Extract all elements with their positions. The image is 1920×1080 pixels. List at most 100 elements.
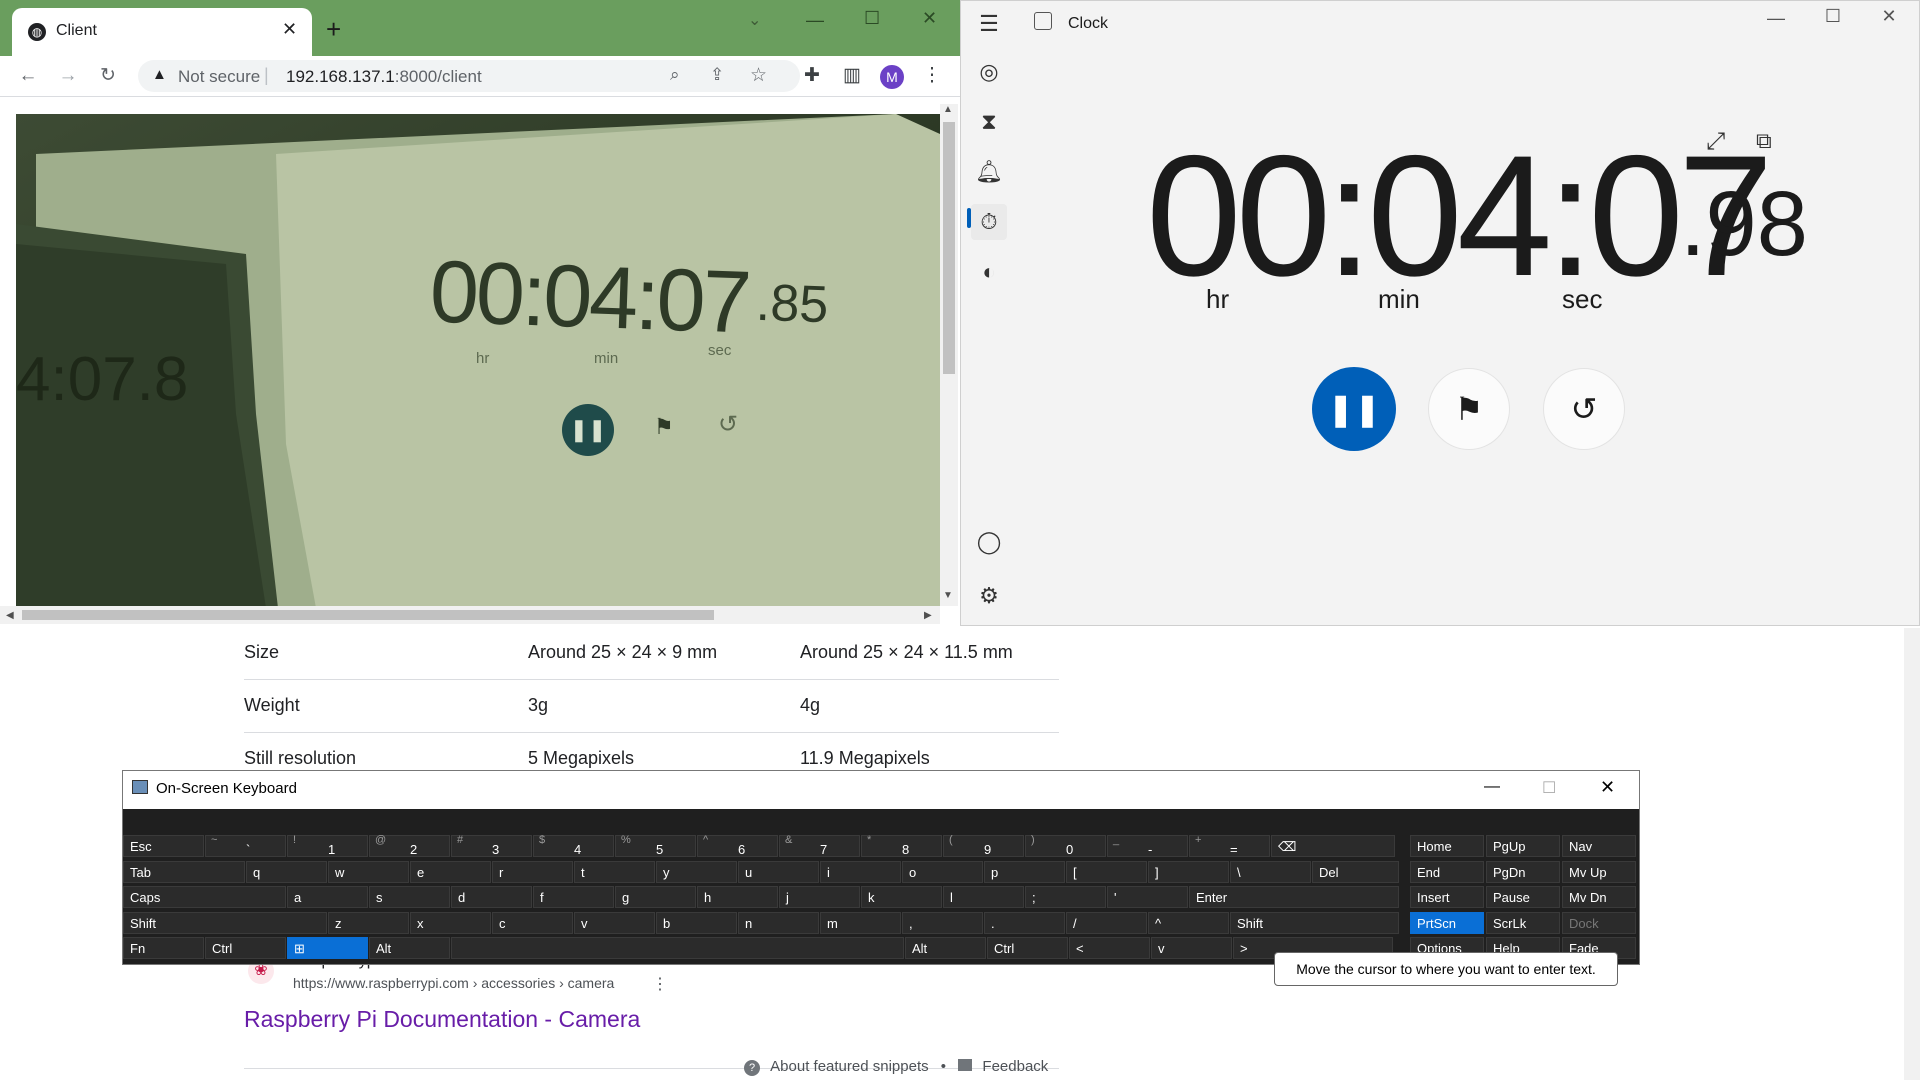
osk-key[interactable]: / <box>1066 911 1147 934</box>
result-title-link[interactable]: Raspberry Pi Documentation - Camera <box>244 1006 640 1033</box>
reload-icon[interactable]: ↻ <box>96 64 120 88</box>
osk-key[interactable]: End <box>1410 860 1484 883</box>
osk-key[interactable]: @2 <box>369 834 450 857</box>
feedback-link[interactable]: Feedback <box>982 1058 1048 1075</box>
browser-tab[interactable]: ◍ Client ✕ <box>12 8 312 56</box>
alarm-icon[interactable]: 🔔︎ <box>971 154 1007 190</box>
osk-key[interactable]: Home <box>1410 835 1484 857</box>
osk-key[interactable]: w <box>328 860 409 883</box>
focus-sessions-icon[interactable]: ◎ <box>971 54 1007 90</box>
osk-key[interactable]: , <box>902 911 983 934</box>
osk-key[interactable]: Shift <box>1230 911 1399 934</box>
osk-key[interactable]: Dock <box>1562 911 1636 934</box>
world-clock-icon[interactable]: ◐ <box>971 254 1007 290</box>
osk-key[interactable]: m <box>820 911 901 934</box>
osk-key[interactable]: ^ <box>1148 911 1229 934</box>
clock-maximize-icon[interactable]: ☐ <box>1810 6 1856 27</box>
scroll-right-arrow-icon[interactable]: ▶ <box>924 610 932 621</box>
osk-maximize-icon[interactable]: ☐ <box>1542 778 1556 798</box>
clock-close-icon[interactable]: ✕ <box>1866 6 1912 27</box>
extensions-icon[interactable]: ✚ <box>800 64 824 88</box>
osk-key[interactable]: v <box>1151 937 1232 959</box>
hamburger-menu-icon[interactable]: ☰ <box>971 6 1007 42</box>
osk-key[interactable]: r <box>492 860 573 883</box>
stopwatch-icon[interactable]: ⏱︎ <box>971 204 1007 240</box>
address-bar[interactable]: ▲ Not secure | 192.168.137.1:8000/client… <box>138 60 800 92</box>
pause-button[interactable]: ❚❚ <box>1312 367 1396 451</box>
url-text[interactable]: 192.168.137.1:8000/client <box>286 67 482 87</box>
scroll-up-arrow-icon[interactable]: ▲ <box>943 104 953 115</box>
osk-key[interactable]: g <box>615 886 696 908</box>
osk-key[interactable]: [ <box>1066 860 1147 883</box>
osk-key[interactable]: & 7 <box>779 834 860 857</box>
osk-minimize-icon[interactable]: — <box>1484 778 1500 796</box>
osk-key[interactable]: ⊞ <box>287 937 368 959</box>
maximize-icon[interactable]: ☐ <box>864 8 880 29</box>
osk-key[interactable]: ~ ` <box>205 834 286 857</box>
osk-key[interactable]: ^ 6 <box>697 834 778 857</box>
osk-key[interactable]: j <box>779 886 860 908</box>
account-icon[interactable]: ◯ <box>971 524 1007 560</box>
osk-key[interactable]: k <box>861 886 942 908</box>
osk-key[interactable]: Del <box>1312 860 1399 883</box>
vertical-scroll-thumb[interactable] <box>943 122 955 374</box>
osk-key[interactable]: ⌫ <box>1271 835 1395 857</box>
osk-key[interactable]: * 8 <box>861 834 942 857</box>
osk-key[interactable]: q <box>246 860 327 883</box>
osk-key[interactable]: Tab <box>123 860 245 883</box>
osk-key[interactable]: u <box>738 860 819 883</box>
osk-key[interactable]: Alt <box>905 937 986 959</box>
osk-key[interactable]: v <box>574 911 655 934</box>
new-tab-icon[interactable]: + <box>326 16 341 42</box>
scroll-left-arrow-icon[interactable]: ◀ <box>6 610 14 621</box>
back-icon[interactable]: ← <box>16 64 40 88</box>
osk-key[interactable]: i <box>820 860 901 883</box>
result-url[interactable]: https://www.raspberrypi.com › accessorie… <box>293 975 614 991</box>
osk-key[interactable]: p <box>984 860 1065 883</box>
osk-key[interactable]: Nav <box>1562 835 1636 857</box>
osk-key[interactable]: ; <box>1025 886 1106 908</box>
osk-key[interactable]: x <box>410 911 491 934</box>
osk-key[interactable]: Pause <box>1486 886 1560 908</box>
osk-key[interactable]: y <box>656 860 737 883</box>
timer-icon[interactable]: ⧗ <box>971 104 1007 140</box>
osk-key[interactable]: Esc <box>123 835 204 857</box>
osk-key[interactable]: c <box>492 911 573 934</box>
tab-close-icon[interactable]: ✕ <box>282 19 297 40</box>
close-window-icon[interactable]: ✕ <box>922 8 937 29</box>
osk-key[interactable]: Shift <box>123 911 327 934</box>
osk-key[interactable]: z <box>328 911 409 934</box>
osk-key[interactable]: PrtScn <box>1410 911 1484 934</box>
tab-search-chevron-icon[interactable]: ⌄ <box>748 10 761 30</box>
osk-key[interactable]: < <box>1069 937 1150 959</box>
osk-key[interactable]: ) 0 <box>1025 834 1106 857</box>
osk-key[interactable]: e <box>410 860 491 883</box>
osk-key[interactable]: ScrLk <box>1486 911 1560 934</box>
about-snippets-link[interactable]: About featured snippets <box>770 1058 928 1075</box>
osk-key[interactable]: ! 1 <box>287 834 368 857</box>
clock-minimize-icon[interactable]: — <box>1753 8 1799 29</box>
zoom-icon[interactable]: ⌕ <box>670 65 680 85</box>
lap-button[interactable]: ⚑ <box>1428 368 1510 450</box>
osk-key[interactable]: b <box>656 911 737 934</box>
osk-close-icon[interactable]: ✕ <box>1600 777 1615 798</box>
osk-key[interactable]: Ctrl <box>987 937 1068 959</box>
settings-gear-icon[interactable]: ⚙ <box>971 578 1007 614</box>
profile-avatar[interactable]: M <box>880 65 904 89</box>
osk-key[interactable]: d <box>451 886 532 908</box>
osk-key[interactable]: _ - <box>1107 834 1188 857</box>
minimize-icon[interactable]: — <box>806 10 824 31</box>
bookmark-star-icon[interactable]: ☆ <box>750 64 767 87</box>
osk-key[interactable]: % 5 <box>615 834 696 857</box>
osk-key[interactable]: Alt <box>369 937 450 959</box>
osk-key[interactable]: #3 <box>451 834 532 857</box>
osk-key[interactable]: + = <box>1189 834 1270 857</box>
osk-key[interactable]: Enter <box>1189 886 1399 908</box>
forward-icon[interactable]: → <box>56 64 80 88</box>
osk-key[interactable]: ' <box>1107 886 1188 908</box>
osk-key[interactable]: Fn <box>123 937 204 959</box>
osk-key[interactable]: (9 <box>943 834 1024 857</box>
osk-key[interactable]: t <box>574 860 655 883</box>
osk-key[interactable]: . <box>984 911 1065 934</box>
osk-key[interactable]: o <box>902 860 983 883</box>
